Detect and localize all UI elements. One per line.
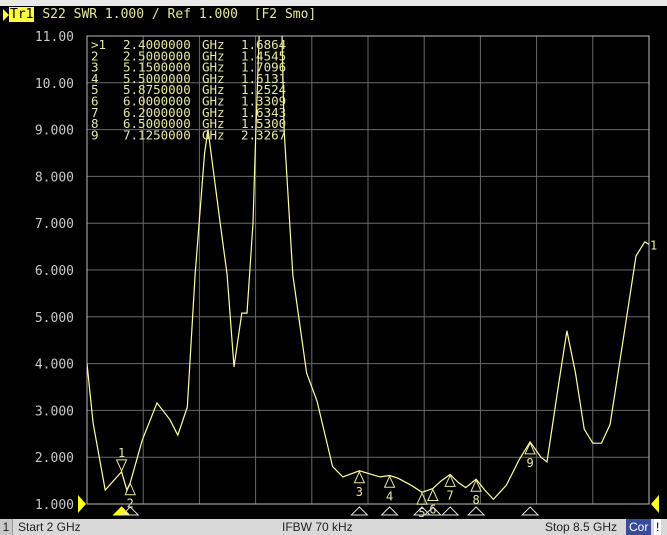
vna-screen: Tr1 S22 SWR 1.000 / Ref 1.000 [F2 Smo] 1… (0, 0, 667, 535)
y-tick-label: 4.000 (35, 358, 74, 373)
marker-9-position-icon (520, 506, 540, 516)
marker-1-icon (115, 459, 128, 473)
y-tick-label: 2.000 (35, 451, 74, 466)
marker-7-label: 7 (447, 488, 454, 502)
swr-chart: 11.00 10.00 9.000 8.000 7.000 6.000 5.000 4.000… (35, 30, 659, 520)
marker-table-frequency: 7.1250000 (123, 127, 191, 142)
y-tick-label: 1.000 (35, 498, 74, 513)
correction-badge: Cor (626, 519, 652, 535)
marker-6-icon (427, 488, 439, 502)
reference-level-right-icon (651, 495, 659, 513)
marker-7-position-icon (440, 506, 460, 516)
marker-3-icon (353, 470, 366, 484)
y-tick-label: 8.000 (35, 170, 74, 185)
status-bar: 1 Start 2 GHz IFBW 70 kHz Stop 8.5 GHz C… (0, 519, 667, 535)
y-tick-label: 3.000 (35, 404, 74, 419)
warning-badge: ! (654, 519, 662, 535)
y-tick-label: 6.000 (35, 264, 74, 279)
marker-table-unit: GHz (202, 127, 225, 142)
marker-table-value: 2.3267 (241, 127, 286, 142)
reference-level-left-icon (78, 495, 86, 513)
y-tick-label: 11.00 (35, 30, 74, 45)
channel-number: 1 (0, 519, 13, 535)
marker-5-icon (416, 491, 428, 505)
trace-end-marker-label: 1 (650, 238, 657, 252)
marker-8-position-icon (466, 506, 486, 516)
marker-table-id: 9 (91, 127, 99, 142)
marker-2-label: 2 (127, 497, 134, 511)
marker-4-label: 4 (386, 489, 393, 503)
ifbw[interactable]: IFBW 70 kHz (282, 519, 353, 535)
y-tick-label: 7.000 (35, 217, 74, 232)
start-frequency[interactable]: Start 2 GHz (18, 519, 81, 535)
marker-4-icon (383, 475, 396, 488)
y-tick-label: 9.000 (35, 124, 74, 139)
marker-9-label: 9 (526, 456, 533, 470)
marker-1-label: 1 (118, 446, 125, 460)
stop-frequency[interactable]: Stop 8.5 GHz (545, 519, 617, 535)
marker-3-position-icon (350, 506, 369, 516)
marker-3-label: 3 (356, 485, 363, 499)
marker-8-label: 8 (472, 493, 479, 507)
y-tick-label: 10.00 (35, 77, 74, 92)
y-tick-label: 5.000 (35, 311, 74, 326)
marker-4-position-icon (380, 506, 399, 516)
